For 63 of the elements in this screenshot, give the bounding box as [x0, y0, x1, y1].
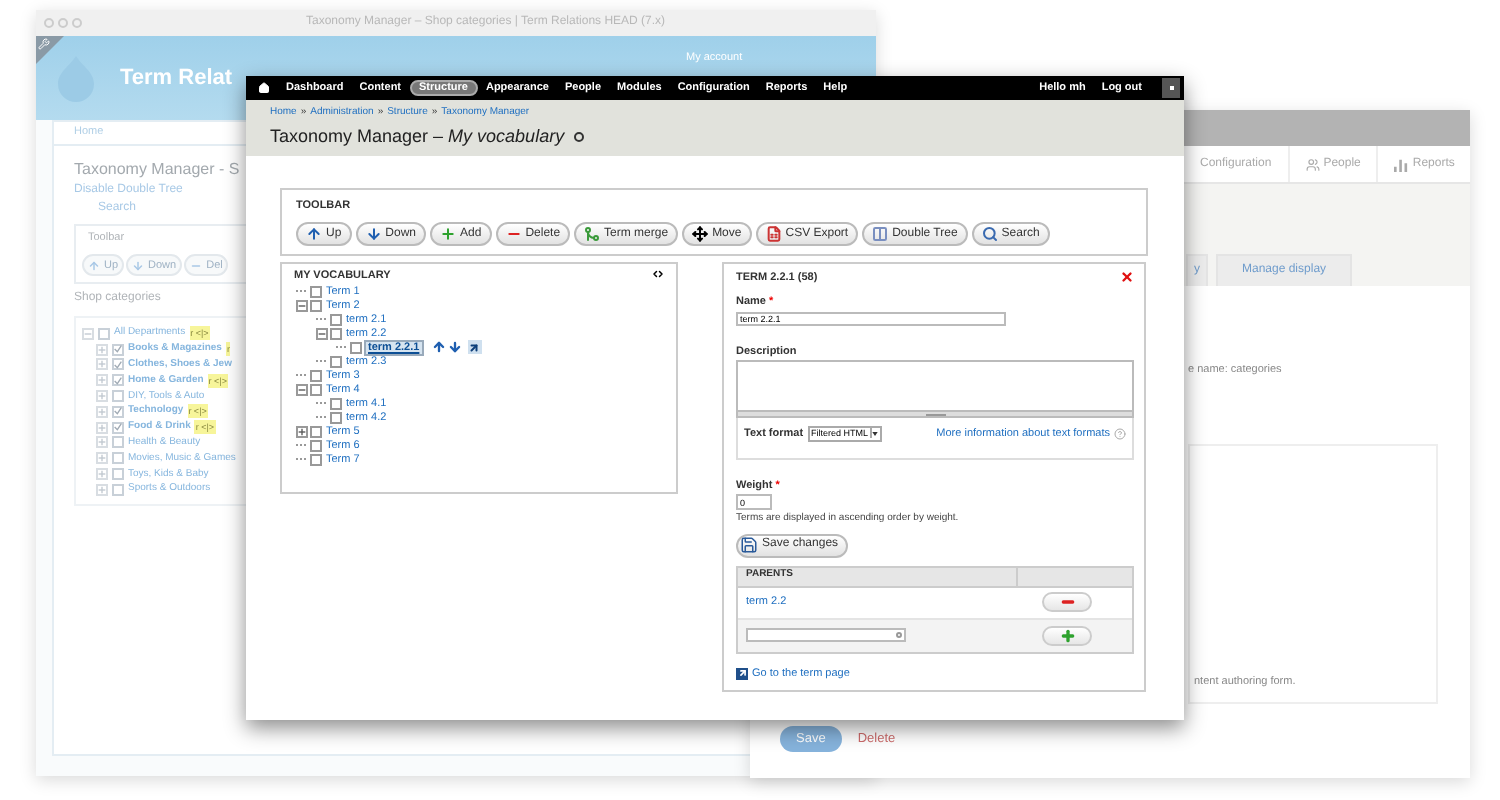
checkbox[interactable]	[98, 327, 110, 340]
checkbox[interactable]	[350, 341, 362, 353]
checkbox[interactable]	[310, 369, 322, 381]
collapse-icon[interactable]	[295, 299, 307, 311]
arrow-down-icon	[132, 259, 145, 272]
parent-input[interactable]	[746, 628, 906, 642]
minus-icon	[1059, 594, 1075, 610]
help-icon[interactable]	[1114, 427, 1126, 440]
arrow-down-icon	[365, 226, 382, 243]
checkbox[interactable]	[330, 313, 342, 325]
add-button[interactable]	[1042, 625, 1092, 645]
checkbox[interactable]	[330, 355, 342, 367]
shortcut-icon[interactable]	[574, 132, 585, 143]
dropdown-arrow-icon	[870, 428, 879, 439]
checkbox[interactable]	[310, 439, 322, 451]
checkbox[interactable]	[112, 374, 124, 387]
checkbox[interactable]	[112, 436, 124, 449]
checkbox[interactable]	[112, 452, 124, 465]
bar-chart-icon	[1394, 157, 1409, 171]
shortcut-button[interactable]	[1162, 78, 1180, 98]
people-icon	[1305, 157, 1320, 171]
collapse-icon[interactable]	[295, 383, 307, 395]
checkbox[interactable]	[112, 483, 124, 496]
checkbox[interactable]	[112, 468, 124, 481]
checkbox[interactable]	[310, 453, 322, 465]
checkbox[interactable]	[112, 343, 124, 356]
close-icon[interactable]	[1120, 270, 1134, 284]
checkbox[interactable]	[112, 390, 124, 403]
move-down-icon[interactable]	[447, 340, 462, 354]
checkbox[interactable]	[310, 299, 322, 311]
collapse-icon[interactable]	[315, 327, 327, 339]
plus-icon	[1059, 627, 1075, 643]
link-icon[interactable]	[736, 667, 748, 680]
resize-grip[interactable]	[736, 411, 1134, 418]
checkbox[interactable]	[112, 358, 124, 371]
minus-icon	[190, 259, 203, 272]
home-icon[interactable]	[258, 82, 270, 94]
resize-icon[interactable]	[652, 268, 664, 280]
description-textarea[interactable]	[736, 359, 1134, 412]
checkbox[interactable]	[330, 327, 342, 339]
page-title: Taxonomy Manager - S	[74, 158, 240, 182]
plus-icon	[440, 226, 457, 243]
arrow-up-icon	[306, 226, 322, 243]
checkbox[interactable]	[112, 405, 124, 418]
checkbox[interactable]	[310, 425, 322, 437]
site-name: Term Relat	[120, 63, 233, 94]
merge-icon	[584, 226, 601, 243]
arrow-up-icon	[88, 259, 100, 272]
remove-button[interactable]	[1042, 592, 1092, 612]
page-title: Taxonomy Manager – My vocabulary	[270, 124, 565, 150]
checkbox[interactable]	[330, 411, 342, 423]
floppy-icon	[740, 536, 758, 554]
checkbox[interactable]	[112, 421, 124, 434]
expand-icon[interactable]	[295, 425, 307, 437]
checkbox[interactable]	[330, 397, 342, 409]
move-up-icon[interactable]	[431, 340, 446, 354]
spreadsheet-icon	[765, 226, 782, 243]
checkbox[interactable]	[310, 285, 322, 297]
columns-icon	[872, 226, 889, 243]
search-icon	[981, 226, 998, 243]
checkbox[interactable]	[310, 383, 322, 395]
link-icon[interactable]	[467, 340, 482, 354]
move-icon	[692, 226, 709, 243]
